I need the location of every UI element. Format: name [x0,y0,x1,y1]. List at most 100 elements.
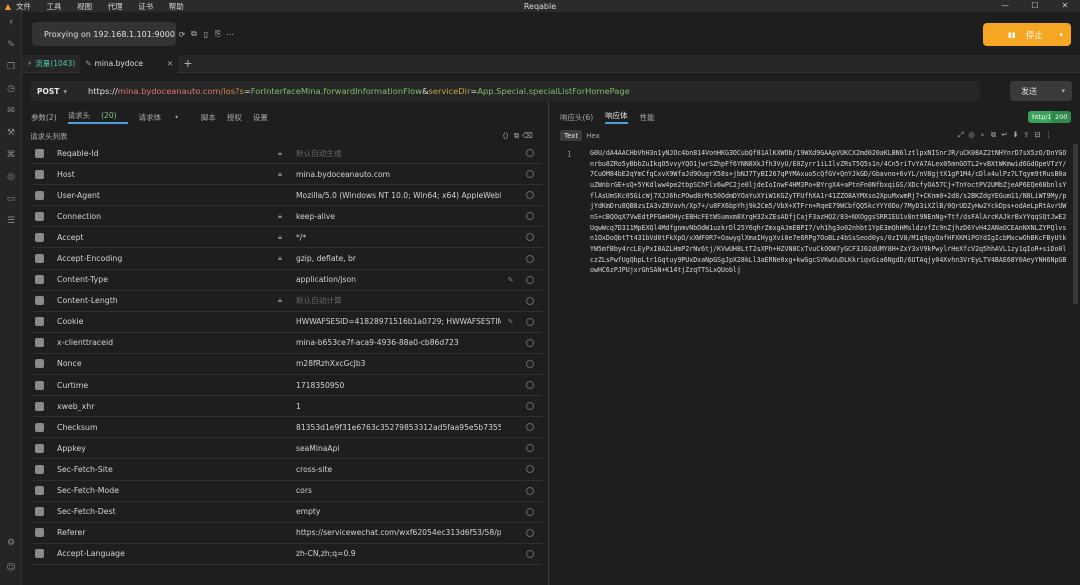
header-row[interactable]: Accept-Encoding 🔒︎ gzip, deflate, br [30,248,543,270]
header-key[interactable]: Sec-Fetch-Mode [49,486,269,495]
header-value[interactable]: keep-alive [291,212,501,221]
header-row[interactable]: Content-Length 🔒︎ 默认自动计算 [30,291,543,312]
header-key[interactable]: Cookie [49,317,269,326]
header-row[interactable]: Connection 🔒︎ keep-alive [30,206,543,228]
header-key[interactable]: Accept-Encoding [49,254,269,263]
header-checkbox[interactable] [30,296,49,306]
header-key[interactable]: Sec-Fetch-Site [49,465,269,474]
header-checkbox[interactable] [30,443,49,453]
tab-request-detail[interactable]: ✎ mina.bydoce ✕ [80,54,179,73]
menu-help[interactable]: 帮助 [169,2,184,11]
tab-headers[interactable]: 请求头 (20) [67,110,128,124]
header-key[interactable]: Appkey [49,444,269,453]
header-checkbox[interactable] [30,317,49,327]
list-icon[interactable]: ☰ [0,210,22,232]
header-checkbox[interactable] [30,211,49,221]
globe-icon[interactable]: ◎ [966,130,977,140]
header-row[interactable]: Sec-Fetch-Dest empty [30,502,543,523]
format-text[interactable]: Text [560,130,583,141]
traffic-icon[interactable]: ⚡ [0,12,22,34]
response-body-viewer[interactable]: 1 G0U/dA4AACHbVhH3n1yNJOc4bn814VonHKG3OC… [555,144,1073,585]
remove-icon[interactable] [520,275,539,284]
menu-proxy[interactable]: 代理 [108,2,123,11]
globe-icon[interactable]: ◎ [0,166,22,188]
remove-icon[interactable] [520,149,539,158]
header-checkbox[interactable] [30,148,49,158]
new-tab-button[interactable]: + [178,55,197,73]
header-checkbox[interactable] [30,528,49,538]
header-row[interactable]: Referer https://servicewechat.com/wxf6205… [30,523,543,544]
remove-icon[interactable] [520,317,539,326]
remove-icon[interactable] [520,170,539,179]
header-checkbox[interactable] [30,338,49,348]
header-checkbox[interactable] [30,507,49,517]
more-icon[interactable]: ⋯ [224,30,236,39]
send-button[interactable]: 发送 ▾ [1010,81,1072,101]
folder-icon[interactable]: ▭ [0,188,22,210]
more-icon[interactable]: ⋮ [1043,130,1054,140]
remove-icon[interactable] [520,465,539,474]
header-value[interactable]: Mozilla/5.0 (Windows NT 10.0; Win64; x64… [291,191,501,200]
header-checkbox[interactable] [30,380,49,390]
tab-body[interactable]: 请求体 • [139,112,190,123]
menu-tools[interactable]: 工具 [47,2,62,11]
header-row[interactable]: Curtime 1718350950 [30,375,543,397]
header-row[interactable]: Sec-Fetch-Mode cors [30,481,543,502]
copy-icon[interactable]: ⧉ [988,130,999,140]
edit-value-icon[interactable]: ✎ [501,318,520,326]
remove-icon[interactable] [520,212,539,221]
header-value[interactable]: m28fRzhXxcGcJb3 [291,359,501,368]
remove-icon[interactable] [520,402,539,411]
user-icon[interactable]: ☺ [0,557,22,579]
expand-icon[interactable]: ⤢ [955,130,966,140]
remove-icon[interactable] [520,444,539,453]
header-key[interactable]: Accept [49,233,269,242]
header-value[interactable]: gzip, deflate, br [291,254,501,263]
header-row[interactable]: User-Agent Mozilla/5.0 (Windows NT 10.0; … [30,185,543,207]
tab-traffic[interactable]: ⚡ 流量(1043) [22,55,80,73]
header-checkbox[interactable] [30,190,49,200]
remove-icon[interactable] [520,528,539,537]
url-bar[interactable]: POST ▾ https://mina.bydoceanauto.com/ios?… [30,81,980,101]
format-hex[interactable]: Hex [582,130,604,141]
header-checkbox[interactable] [30,232,49,242]
remove-icon[interactable] [520,254,539,263]
header-checkbox[interactable] [30,275,49,285]
header-value[interactable]: empty [291,507,501,516]
settings-icon[interactable]: ⚙ [0,532,22,554]
header-key[interactable]: x-clienttraceid [49,338,269,347]
header-row[interactable]: Accept-Language zh-CN,zh;q=0.9 [30,544,543,565]
copy-icon[interactable]: ⧉ [188,29,200,39]
code-icon[interactable]: ⟨⟩ [500,131,511,141]
share-icon[interactable]: ⇪ [1021,130,1032,140]
fold-icon[interactable]: ⊟ [1032,130,1043,140]
header-checkbox[interactable] [30,254,49,264]
header-key[interactable]: Sec-Fetch-Dest [49,507,269,516]
remove-icon[interactable] [520,507,539,516]
header-value[interactable]: 81353d1e9f31e6763c35279853312ad5faa95e5b… [291,423,501,432]
clock-icon[interactable]: ◷ [0,78,22,100]
header-row[interactable]: Host 🔒︎ mina.bydoceanauto.com [30,164,543,186]
remove-icon[interactable] [520,359,539,368]
header-value[interactable]: cors [291,486,501,495]
minimize-icon[interactable]: — [990,0,1020,12]
header-value[interactable]: 1 [291,402,501,411]
header-row[interactable]: x-clienttraceid mina-b653ce7f-aca9-4936-8… [30,333,543,354]
header-row[interactable]: Cookie HWWAFSESID=41828971516b1a0729; HWW… [30,312,543,333]
remove-icon[interactable] [520,191,539,200]
header-row[interactable]: Accept 🔒︎ */* [30,227,543,249]
remove-icon[interactable] [520,338,539,347]
header-key[interactable]: Host [49,170,269,179]
tab-response-body[interactable]: 响应体 [605,110,628,124]
header-value[interactable]: 默认自动生成 [291,148,501,159]
header-value[interactable]: seaMinaApi [291,444,501,453]
clear-icon[interactable]: ⌫ [522,131,533,141]
header-key[interactable]: xweb_xhr [49,402,269,411]
header-checkbox[interactable] [30,359,49,369]
header-key[interactable]: Content-Length [49,296,269,305]
search-icon[interactable]: ⌕ [977,130,988,140]
remove-icon[interactable] [520,549,539,558]
header-checkbox[interactable] [30,486,49,496]
bookmark-icon[interactable]: ❐ [0,56,22,78]
header-checkbox[interactable] [30,401,49,411]
